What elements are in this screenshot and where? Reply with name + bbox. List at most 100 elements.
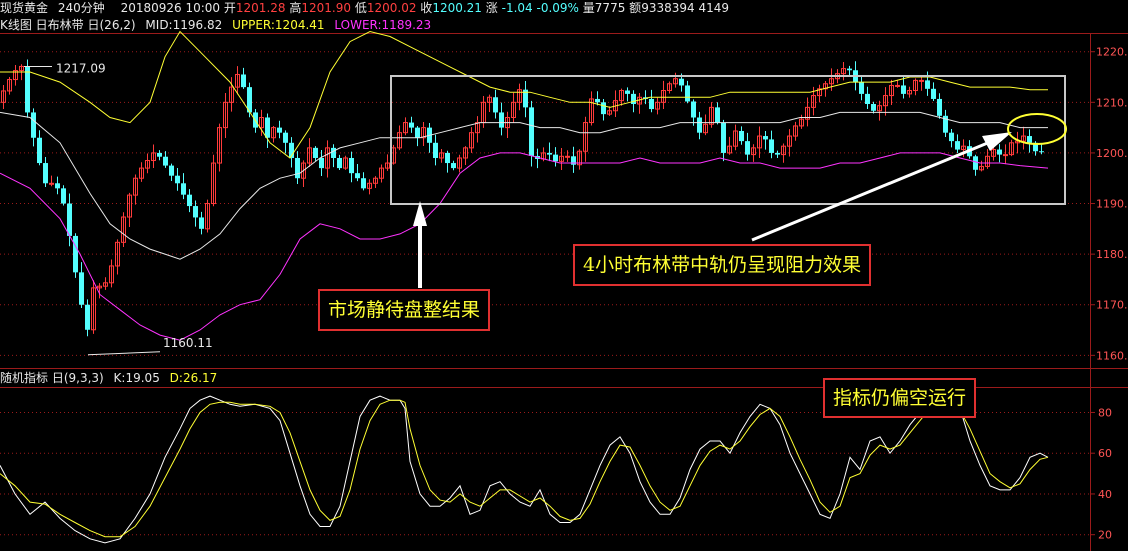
candle-body-up <box>1003 154 1008 157</box>
sub-tick-label: 20 <box>1098 529 1112 542</box>
candle-body-down <box>931 88 936 99</box>
arrow-diagonal-shaft <box>751 140 991 242</box>
candle-body-down <box>67 203 72 236</box>
low-label: 1160.11 <box>163 336 213 350</box>
candle-body-down <box>973 156 978 170</box>
candle-body-down <box>625 90 630 94</box>
candle-body-down <box>181 183 186 195</box>
candle-body-down <box>691 101 696 118</box>
candle-body-down <box>355 173 360 179</box>
stoch-k-line <box>0 395 1049 544</box>
candle-body-down <box>493 97 498 113</box>
candle-body-down <box>553 154 558 162</box>
candle-body-down <box>265 117 270 138</box>
candle-body-up <box>49 182 54 185</box>
candle-body-down <box>283 132 288 143</box>
candle-body-down <box>187 194 192 207</box>
arrow-up <box>413 201 427 288</box>
candle-body-down <box>721 122 726 153</box>
candle-body-down <box>61 188 66 204</box>
candle-body-down <box>241 74 246 88</box>
main-tick-label: 1220.00 <box>1096 46 1128 59</box>
candle-body-down <box>697 117 702 133</box>
candle-body-down <box>949 132 954 142</box>
candle-body-down <box>85 304 90 330</box>
candle-body-down <box>601 102 606 115</box>
candle-body-down <box>499 112 504 128</box>
candle-body-down <box>865 93 870 105</box>
candle-body-down <box>199 217 204 229</box>
candle-body-down <box>349 157 354 174</box>
candle-body-down <box>193 206 198 218</box>
main-tick-label: 1180.00 <box>1096 248 1128 261</box>
sub-tick-label: 40 <box>1098 488 1112 501</box>
candle-body-down <box>1039 151 1044 153</box>
candle-body-down <box>763 136 768 140</box>
candle-body-down <box>319 157 324 169</box>
annotation-mid-resistance: 4小时布林带中轨仍呈现阻力效果 <box>573 244 872 286</box>
arrow-diagonal-head <box>982 132 1012 151</box>
candle-body-down <box>361 178 366 189</box>
bollinger-lower-line <box>0 152 1049 341</box>
candle-body-down <box>847 68 852 71</box>
candle-body-down <box>901 85 906 94</box>
candle-body-down <box>775 152 780 155</box>
candle-body-down <box>337 157 342 169</box>
main-tick-label: 1170.00 <box>1096 299 1128 312</box>
candles-group <box>1 59 1044 337</box>
candle-body-down <box>769 139 774 153</box>
candle-body-down <box>433 142 438 158</box>
chart-canvas[interactable]: 1160.00 1170.00 1180.00 1190.00 1200.00 1210.… <box>0 0 1128 551</box>
bollinger-mid-line <box>0 111 1048 260</box>
candle-body-down <box>955 141 960 150</box>
candle-body-down <box>649 98 654 110</box>
candle-body-up <box>919 79 924 82</box>
high-label: 1217.09 <box>56 61 106 75</box>
candle-body-down <box>997 149 1002 155</box>
candle-body-down <box>937 98 942 116</box>
candle-body-down <box>37 137 42 164</box>
main-tick-label: 1160.00 <box>1096 349 1128 362</box>
candle-body-down <box>409 122 414 128</box>
candle-body-down <box>685 85 690 102</box>
sub-tick-label: 80 <box>1098 406 1112 419</box>
candle-body-down <box>529 107 534 156</box>
annotation-consolidation: 市场静待盘整结果 <box>318 289 491 331</box>
main-tick-label: 1200.00 <box>1096 147 1128 160</box>
main-tick-label: 1210.00 <box>1096 96 1128 109</box>
candle-body-down <box>739 130 744 142</box>
candle-body-down <box>871 104 876 111</box>
candle-body-down <box>277 127 282 133</box>
annotation-stoch-bearish: 指标仍偏空运行 <box>823 378 977 418</box>
candle-body-down <box>175 175 180 184</box>
candle-body-down <box>331 147 336 158</box>
sub-tick-label: 60 <box>1098 447 1112 460</box>
stoch-d-line <box>0 399 1049 538</box>
candle-body-up <box>895 84 900 87</box>
candle-body-down <box>55 183 60 189</box>
candle-body-down <box>163 156 168 166</box>
candle-body-down <box>1027 136 1032 143</box>
candle-body-down <box>79 272 84 305</box>
candle-body-down <box>445 152 450 164</box>
candle-body-down <box>451 163 456 169</box>
candle-body-down <box>595 98 600 103</box>
candle-body-up <box>565 155 570 158</box>
candle-body-down <box>679 78 684 86</box>
candle-body-down <box>31 112 36 138</box>
candle-body-down <box>547 152 552 155</box>
candle-body-down <box>859 82 864 94</box>
candle-body-down <box>169 165 174 176</box>
candle-body-down <box>415 127 420 138</box>
low-marker-line <box>87 351 161 356</box>
candle-body-down <box>73 235 78 273</box>
highlight-ellipse <box>1007 113 1067 145</box>
candle-body-down <box>715 107 720 123</box>
candle-body-down <box>745 141 750 155</box>
candle-body-down <box>157 152 162 157</box>
candle-body-down <box>313 147 318 158</box>
candle-body-down <box>25 66 30 113</box>
candle-body-down <box>295 157 300 179</box>
candle-body-down <box>631 93 636 105</box>
candle-body-down <box>43 163 48 184</box>
